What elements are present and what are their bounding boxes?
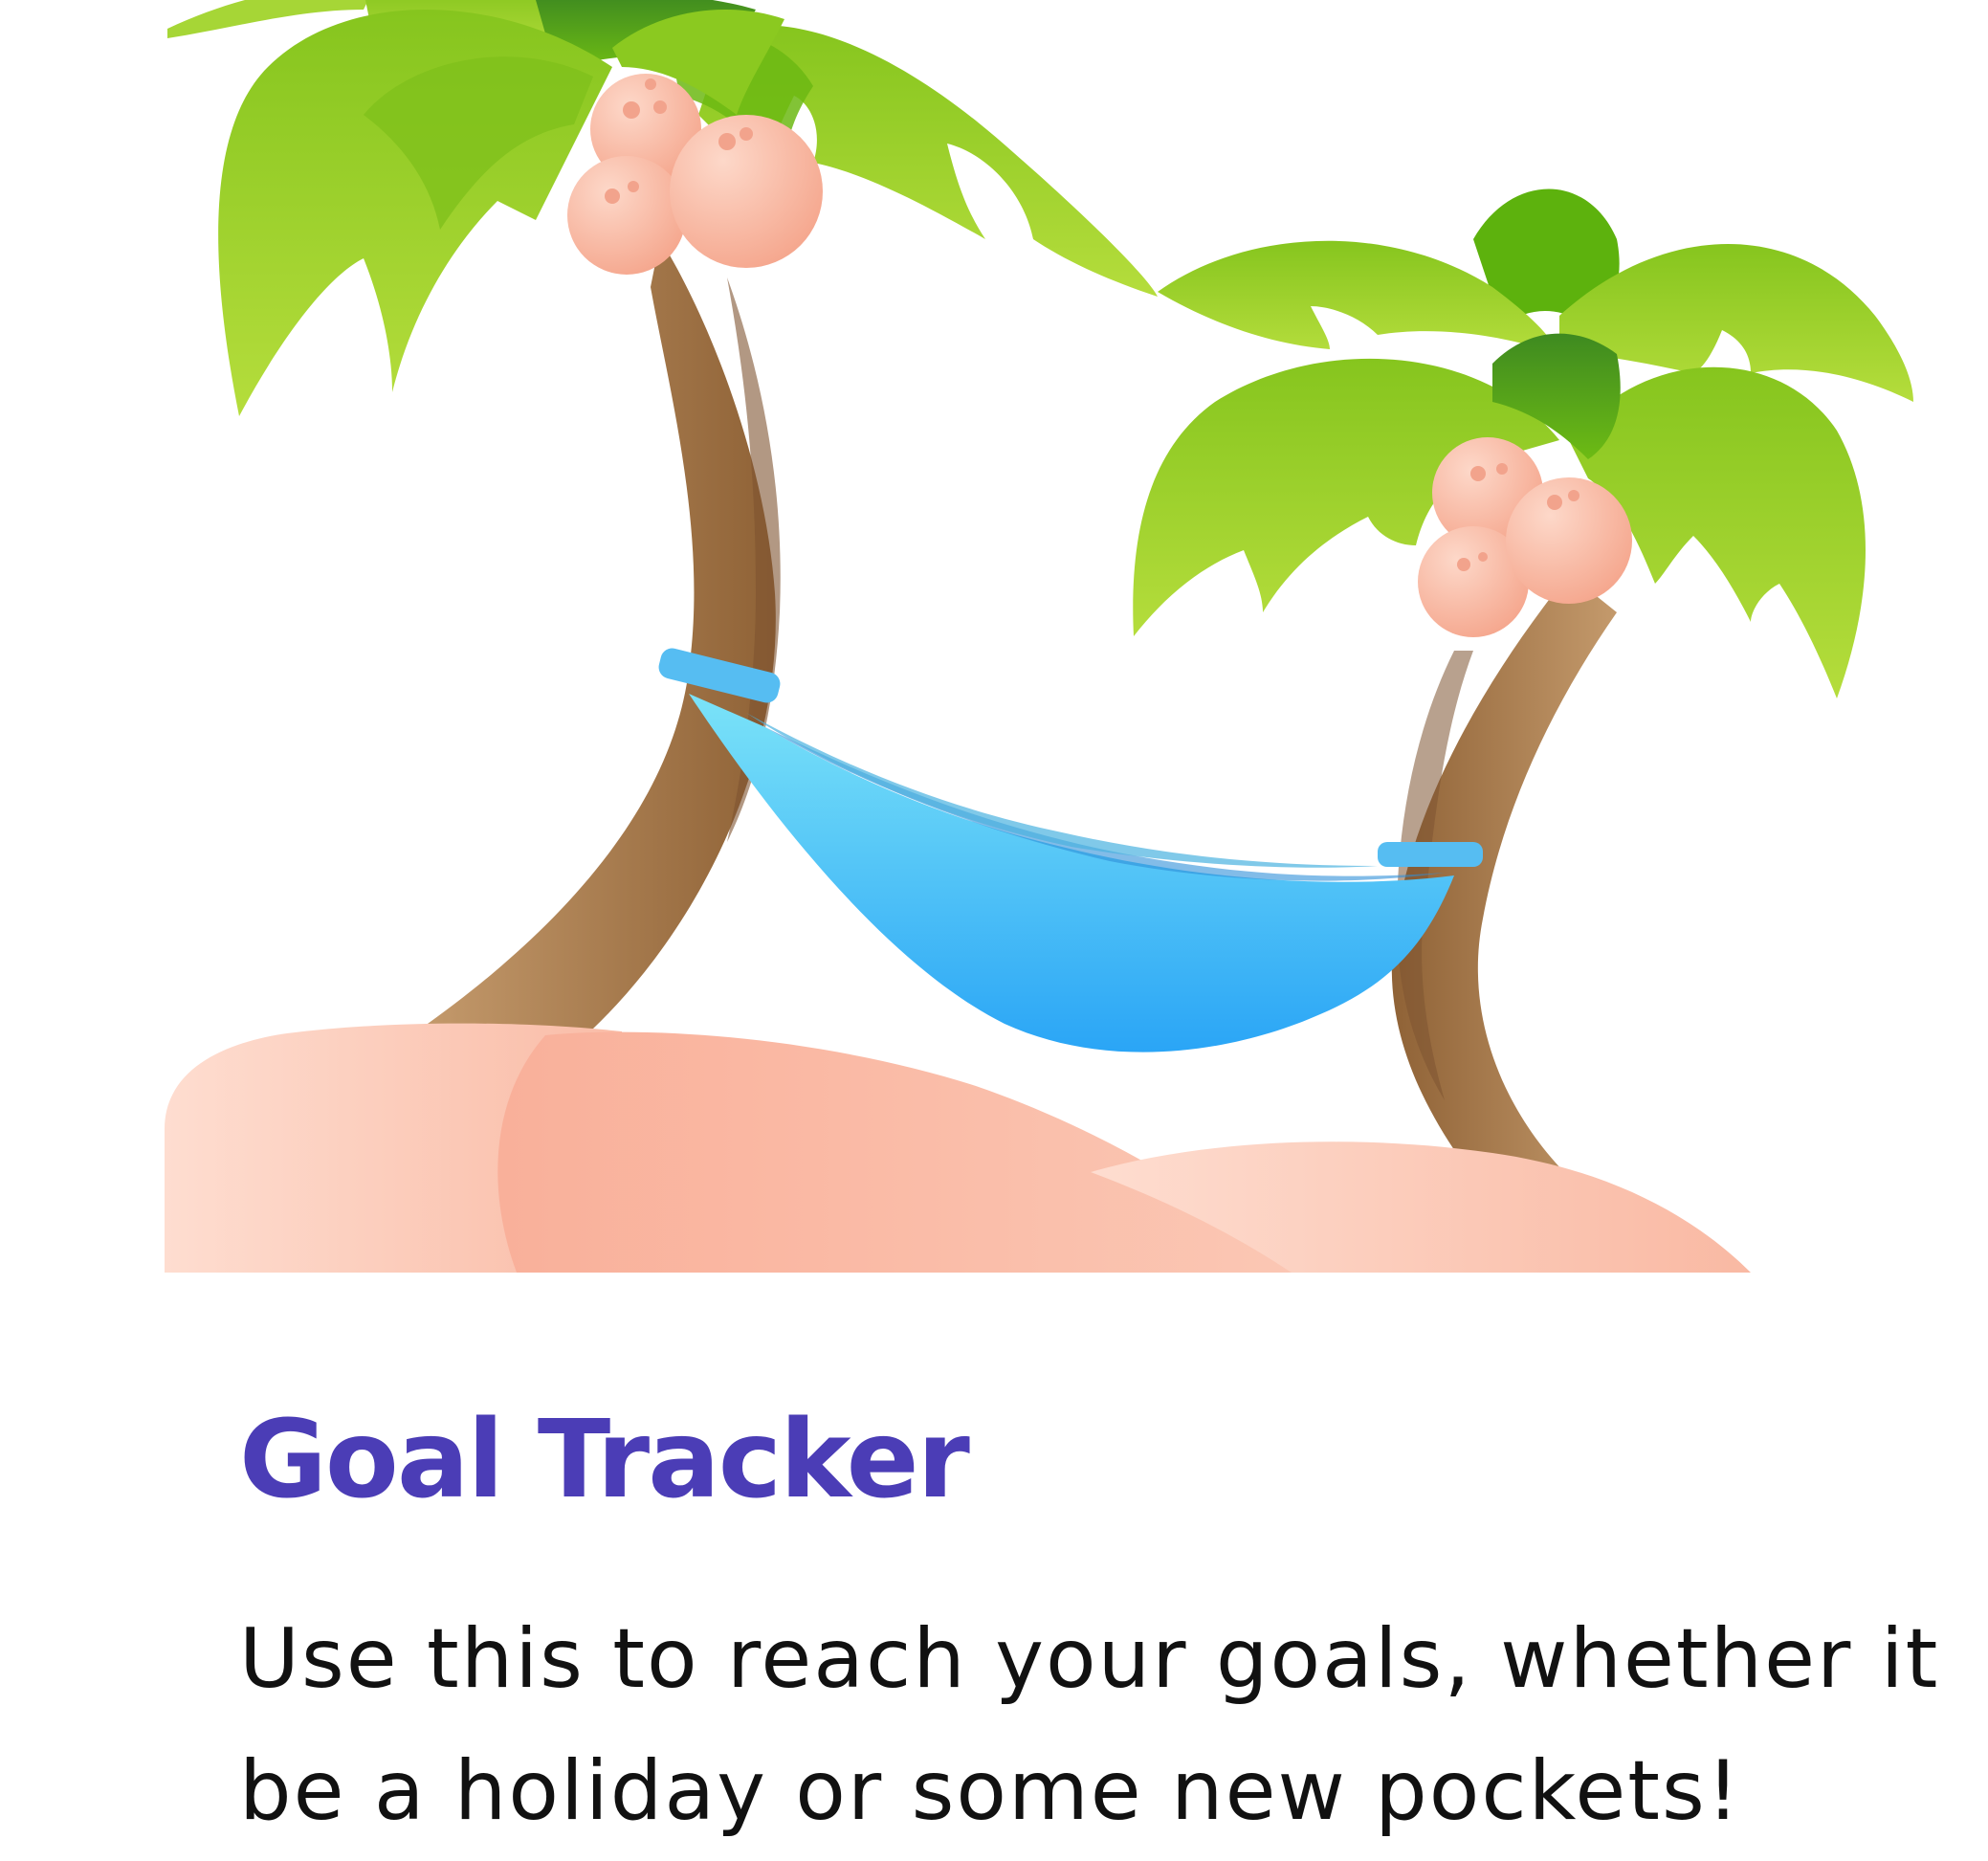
palm-trees-hammock-icon (0, 0, 1988, 1282)
card-description: Use this to reach your goals, whether it… (239, 1611, 1940, 1839)
card-title: Goal Tracker (239, 1398, 970, 1522)
